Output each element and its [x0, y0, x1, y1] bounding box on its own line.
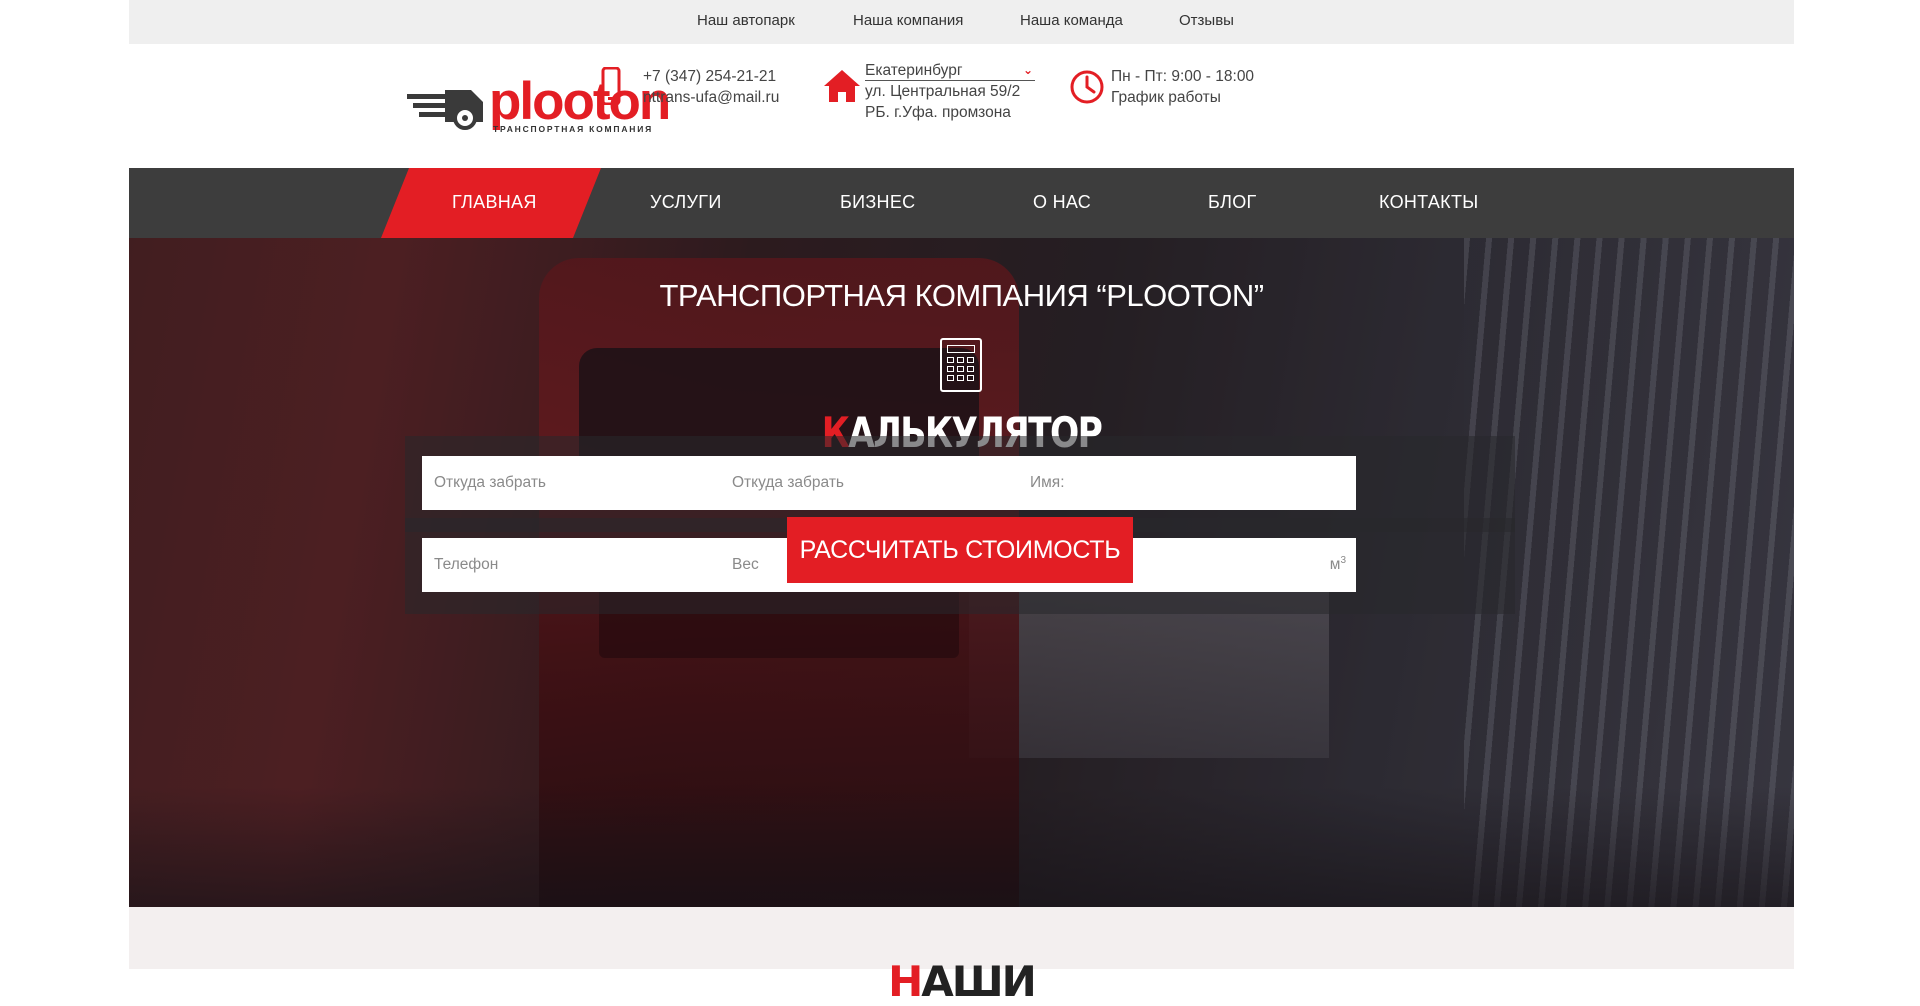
nav-item-services[interactable]: УСЛУГИ: [650, 192, 722, 213]
truck-logo-icon: [407, 90, 483, 130]
city-select-value: Екатеринбург: [865, 62, 963, 79]
address-line2: РБ. г.Уфа. промзона: [865, 104, 1011, 121]
next-section-heading-first-letter: Н: [888, 957, 923, 1006]
calculator-icon: [940, 338, 982, 392]
logo[interactable]: plooton ТРАНСПОРТНАЯ КОМПАНИЯ: [405, 74, 675, 136]
hero-title: ТРАНСПОРТНАЯ КОМПАНИЯ “PLOOTON”: [659, 278, 1264, 313]
main-nav: ГЛАВНАЯ УСЛУГИ БИЗНЕС О НАС БЛОГ КОНТАКТ…: [129, 168, 1794, 238]
calculate-button[interactable]: РАССЧИТАТЬ СТОИМОСТЬ: [787, 517, 1133, 583]
volume-unit: м3: [1329, 555, 1346, 574]
city-select[interactable]: Екатеринбург ⌄: [865, 62, 1035, 81]
next-section: НАШИ: [129, 907, 1794, 1006]
contact-block: +7 (347) 254-21-21 nttrans-ufa@mail.ru: [643, 66, 779, 108]
to-input[interactable]: [720, 456, 1058, 510]
hours-time: Пн - Пт: 9:00 - 18:00: [1111, 68, 1255, 85]
from-field[interactable]: [422, 456, 760, 510]
phone-icon: [601, 67, 621, 105]
header: plooton ТРАНСПОРТНАЯ КОМПАНИЯ +7 (347) 2…: [129, 44, 1794, 168]
address-block: Екатеринбург ⌄ ул. Центральная 59/2 РБ. …: [865, 60, 1035, 123]
top-links-bar: Наш автопарк Наша компания Наша команда …: [129, 0, 1794, 44]
nav-item-home[interactable]: ГЛАВНАЯ: [452, 192, 537, 213]
top-link-fleet[interactable]: Наш автопарк: [697, 12, 795, 29]
logo-tagline: ТРАНСПОРТНАЯ КОМПАНИЯ: [493, 124, 654, 134]
top-link-team[interactable]: Наша команда: [1020, 12, 1123, 29]
hero-calculator: ТРАНСПОРТНАЯ КОМПАНИЯ “PLOOTON” КАЛЬКУЛЯ…: [129, 238, 1794, 907]
nav-item-contacts[interactable]: КОНТАКТЫ: [1379, 192, 1479, 213]
name-field[interactable]: [1018, 456, 1356, 510]
to-field[interactable]: [720, 456, 1058, 510]
clock-icon: [1070, 70, 1104, 104]
nav-item-about[interactable]: О НАС: [1033, 192, 1091, 213]
address-line1: ул. Центральная 59/2: [865, 83, 1021, 100]
contact-phone[interactable]: +7 (347) 254-21-21: [643, 66, 779, 87]
top-link-reviews[interactable]: Отзывы: [1179, 12, 1234, 29]
top-link-company[interactable]: Наша компания: [853, 12, 963, 29]
hours-label: График работы: [1111, 89, 1221, 106]
next-section-heading: НАШИ: [129, 957, 1794, 1006]
nav-item-blog[interactable]: БЛОГ: [1208, 192, 1257, 213]
home-icon: [824, 70, 860, 102]
name-input[interactable]: [1018, 456, 1356, 510]
phone-input[interactable]: [422, 538, 760, 592]
next-section-heading-rest: АШИ: [921, 957, 1037, 1006]
chevron-down-icon: ⌄: [1022, 63, 1033, 77]
nav-item-business[interactable]: БИЗНЕС: [840, 192, 915, 213]
hours-block: Пн - Пт: 9:00 - 18:00 График работы: [1111, 66, 1254, 108]
contact-email[interactable]: nttrans-ufa@mail.ru: [643, 87, 779, 108]
phone-field[interactable]: [422, 538, 760, 592]
from-input[interactable]: [422, 456, 760, 510]
